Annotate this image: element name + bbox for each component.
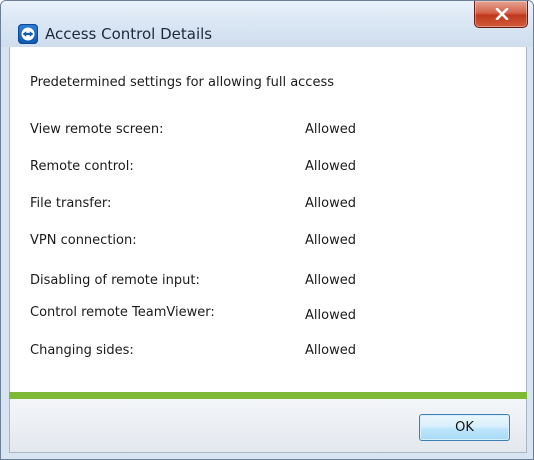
permission-label-changing-sides: Changing sides: (30, 343, 134, 358)
ok-button[interactable]: OK (419, 414, 510, 441)
permission-value-vpn-connection: Allowed (305, 233, 356, 248)
permission-value-file-transfer: Allowed (305, 196, 356, 211)
permission-label-disabling-remote-input: Disabling of remote input: (30, 273, 200, 288)
button-footer: OK (9, 399, 527, 453)
permission-value-changing-sides: Allowed (305, 343, 356, 358)
permission-label-vpn-connection: VPN connection: (30, 233, 137, 248)
close-button[interactable] (474, 1, 528, 28)
permission-value-remote-control: Allowed (305, 159, 356, 174)
permission-value-view-remote-screen: Allowed (305, 122, 356, 137)
permission-label-remote-control: Remote control: (30, 159, 134, 174)
teamviewer-icon (18, 24, 38, 44)
permission-label-control-remote-teamviewer: Control remote TeamViewer: (30, 305, 215, 320)
accent-bar (9, 392, 527, 399)
settings-heading: Predetermined settings for allowing full… (30, 75, 334, 90)
permission-value-disabling-remote-input: Allowed (305, 273, 356, 288)
title-bar[interactable]: Access Control Details (1, 1, 533, 47)
close-icon (495, 8, 509, 20)
window-title: Access Control Details (45, 25, 213, 43)
permission-label-view-remote-screen: View remote screen: (30, 122, 164, 137)
permission-value-control-remote-teamviewer: Allowed (305, 308, 356, 323)
content-panel: Predetermined settings for allowing full… (9, 47, 527, 392)
permission-label-file-transfer: File transfer: (30, 196, 112, 211)
dialog-window: Access Control Details Predetermined set… (0, 0, 534, 460)
